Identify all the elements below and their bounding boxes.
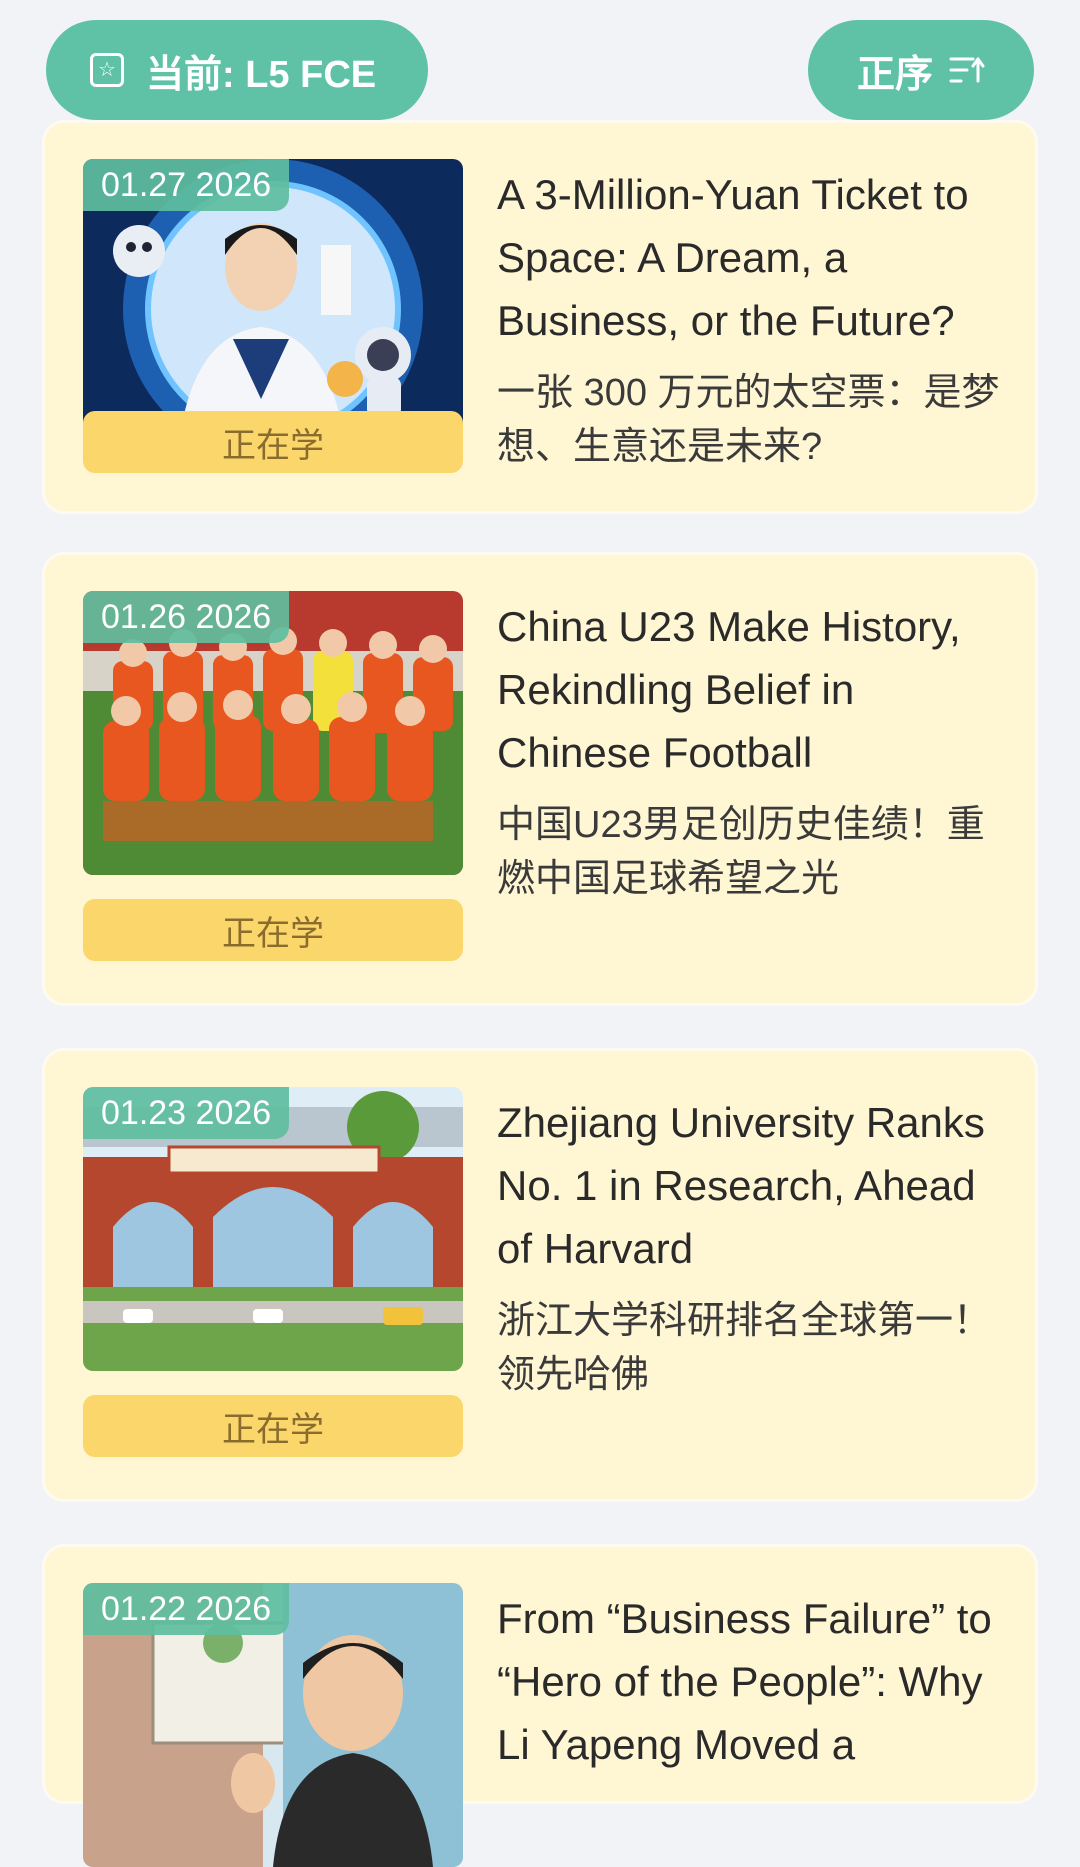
level-selector-button[interactable]: ☆ 当前: L5 FCE [46,20,428,120]
sort-order-button[interactable]: 正序 [808,20,1034,120]
article-card[interactable]: 01.22 2026 From “Business Failure” to “H… [42,1544,1038,1867]
date-tag: 01.23 2026 [83,1087,290,1139]
status-learning-button[interactable]: 正在学 [83,411,463,473]
sort-label: 正序 [856,53,933,96]
article-thumbnail[interactable]: 01.26 2026 正在学 [83,591,463,961]
article-title-en: From “Business Failure” to “Hero of the … [497,1595,992,1768]
article-thumbnail[interactable]: 01.23 2026 正在学 [83,1087,463,1457]
sort-icon [949,57,985,83]
article-card[interactable]: 01.26 2026 正在学 China U23 Make History, R… [42,552,1038,1006]
star-badge-icon: ☆ [90,53,124,87]
article-title-en: China U23 Make History, Rekindling Belie… [497,603,961,776]
article-text[interactable]: A 3-Million-Yuan Ticket to Space: A Drea… [497,163,1017,474]
date-tag: 01.22 2026 [83,1583,290,1635]
article-title-zh: 中国U23男足创历史佳绩！重燃中国足球希望之光 [497,804,985,900]
article-text[interactable]: Zhejiang University Ranks No. 1 in Resea… [497,1091,1017,1402]
date-tag: 01.26 2026 [83,591,290,643]
article-title-en: A 3-Million-Yuan Ticket to Space: A Drea… [497,171,969,344]
article-text[interactable]: From “Business Failure” to “Hero of the … [497,1587,1017,1776]
date-tag: 01.27 2026 [83,159,290,211]
status-learning-button[interactable]: 正在学 [83,1395,463,1457]
article-title-zh: 一张 300 万元的太空票：是梦想、生意还是未来? [497,372,1000,468]
status-learning-button[interactable]: 正在学 [83,899,463,961]
article-card[interactable]: 01.27 2026 正在学 A 3-Million-Yuan Ticket t… [42,120,1038,514]
article-title-en: Zhejiang University Ranks No. 1 in Resea… [497,1099,985,1272]
article-thumbnail[interactable]: 01.27 2026 正在学 [83,159,463,473]
top-bar: ☆ 当前: L5 FCE 正序 [0,0,1080,122]
article-text[interactable]: China U23 Make History, Rekindling Belie… [497,595,1017,906]
article-title-zh: 浙江大学科研排名全球第一！领先哈佛 [497,1300,992,1396]
article-card[interactable]: 01.23 2026 正在学 Zhejiang University Ranks… [42,1048,1038,1502]
level-label: 当前: L5 FCE [146,53,377,96]
article-thumbnail[interactable]: 01.22 2026 [83,1583,463,1867]
